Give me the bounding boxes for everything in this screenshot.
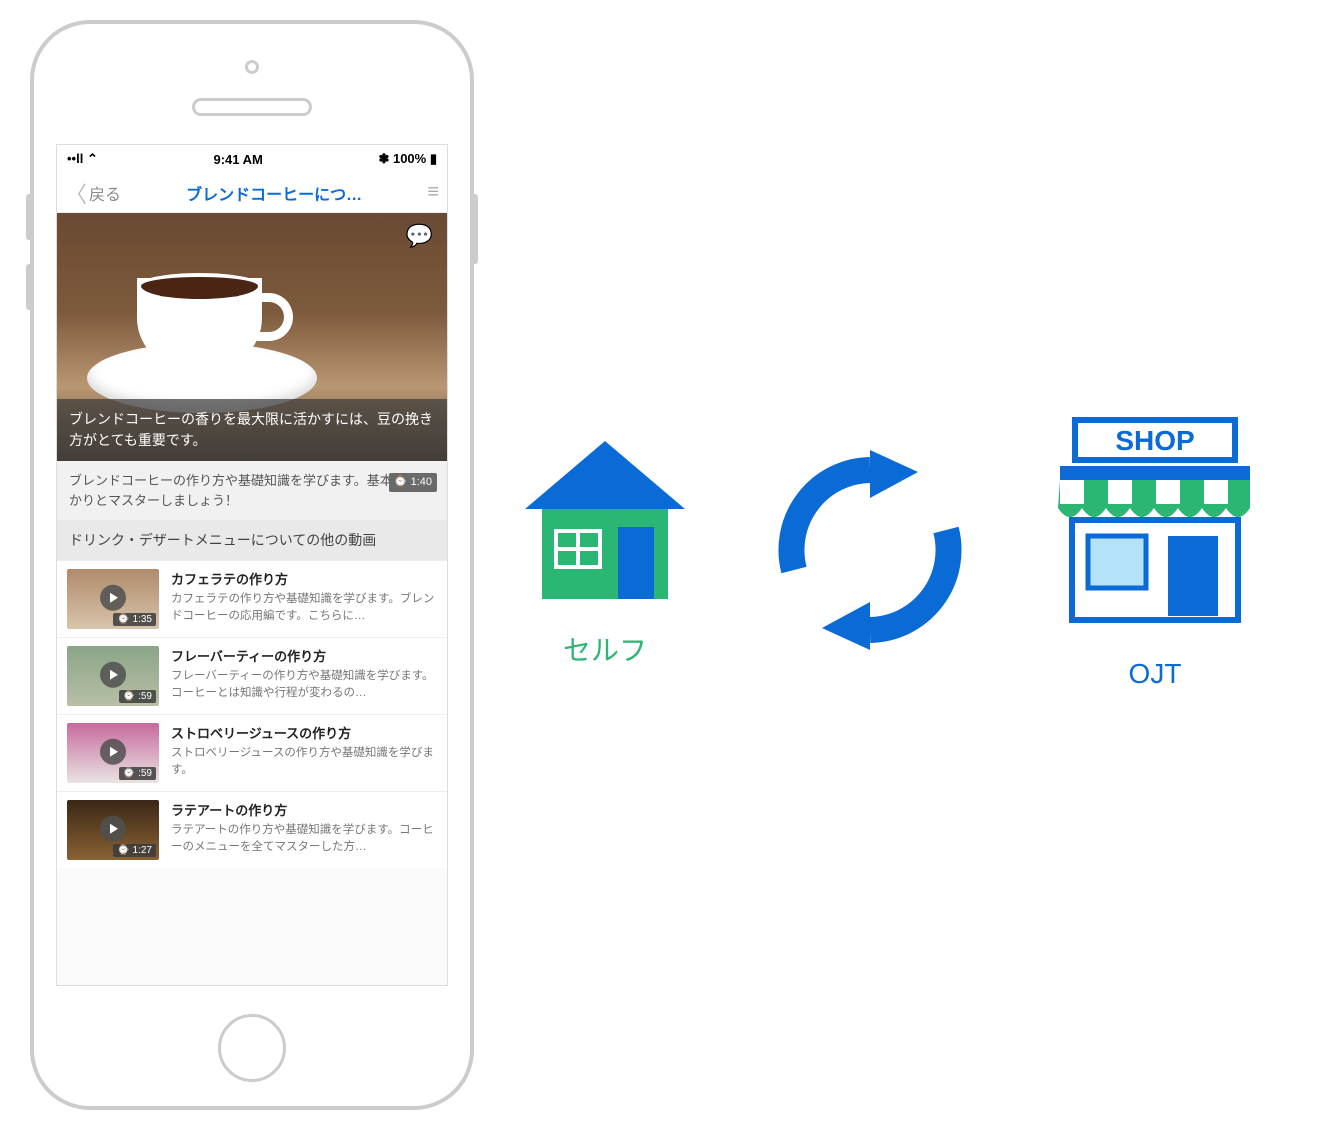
item-title: カフェラテの作り方 bbox=[171, 569, 437, 588]
status-left: ••ll ⌃ bbox=[67, 151, 98, 167]
status-right: ✽ 100% ▮ bbox=[378, 151, 437, 167]
phone-frame: ••ll ⌃ 9:41 AM ✽ 100% ▮ 〈 戻る ブレンドコーヒーにつ…… bbox=[30, 20, 474, 1110]
video-thumbnail: ⌚ 1:35 bbox=[67, 569, 159, 629]
list-item[interactable]: ⌚ 1:27 ラテアートの作り方 ラテアートの作り方や基礎知識を学びます。コーヒ… bbox=[57, 791, 447, 868]
video-list: ⌚ 1:35 カフェラテの作り方 カフェラテの作り方や基礎知識を学びます。ブレン… bbox=[57, 560, 447, 868]
chat-icon[interactable]: 💬 bbox=[406, 223, 433, 249]
play-icon bbox=[100, 585, 126, 611]
video-description: ブレンドコーヒーの作り方や基礎知識を学びます。基本をしっかりとマスターしましょう… bbox=[57, 461, 447, 520]
item-desc: ラテアートの作り方や基礎知識を学びます。コーヒーのメニューを全てマスターした方… bbox=[171, 822, 437, 855]
list-item[interactable]: ⌚ :59 ストロベリージュースの作り方 ストロベリージュースの作り方や基礎知識… bbox=[57, 714, 447, 791]
hero-video[interactable]: 💬 ブレンドコーヒーの香りを最大限に活かすには、豆の挽き方がとても重要です。 bbox=[57, 213, 447, 461]
thumb-duration: ⌚ :59 bbox=[119, 690, 156, 703]
ojt-column: SHOP OJT bbox=[1040, 410, 1270, 690]
sync-arrows-icon bbox=[760, 440, 980, 660]
item-desc: ストロベリージュースの作り方や基礎知識を学びます。 bbox=[171, 745, 437, 778]
item-title: フレーバーティーの作り方 bbox=[171, 646, 437, 665]
diagram-area: セルフ SHOP OJT bbox=[510, 370, 1270, 730]
chevron-left-icon: 〈 bbox=[65, 177, 87, 209]
item-desc: フレーバーティーの作り方や基礎知識を学びます。コーヒーとは知識や行程が変わるの… bbox=[171, 668, 437, 701]
thumb-duration: ⌚ 1:27 bbox=[113, 844, 156, 857]
video-thumbnail: ⌚ :59 bbox=[67, 723, 159, 783]
ojt-label: OJT bbox=[1129, 658, 1182, 690]
shop-sign-text: SHOP bbox=[1115, 425, 1194, 456]
house-icon bbox=[510, 431, 700, 611]
play-icon bbox=[100, 816, 126, 842]
video-thumbnail: ⌚ :59 bbox=[67, 646, 159, 706]
play-icon bbox=[100, 739, 126, 765]
item-title: ストロベリージュースの作り方 bbox=[171, 723, 437, 742]
shop-icon: SHOP bbox=[1040, 410, 1270, 640]
page-title: ブレンドコーヒーにつ… bbox=[186, 181, 362, 205]
section-header: ドリンク・デザートメニューについての他の動画 bbox=[57, 520, 447, 560]
hero-duration: ⌚ 1:40 bbox=[389, 473, 437, 492]
nav-bar: 〈 戻る ブレンドコーヒーにつ… ≡ bbox=[57, 173, 447, 213]
item-title: ラテアートの作り方 bbox=[171, 800, 437, 819]
menu-button[interactable]: ≡ bbox=[427, 181, 439, 204]
thumb-duration: ⌚ :59 bbox=[119, 767, 156, 780]
list-item[interactable]: ⌚ 1:35 カフェラテの作り方 カフェラテの作り方や基礎知識を学びます。ブレン… bbox=[57, 560, 447, 637]
back-button[interactable]: 〈 戻る bbox=[65, 177, 121, 209]
self-label: セルフ bbox=[563, 629, 647, 669]
video-thumbnail: ⌚ 1:27 bbox=[67, 800, 159, 860]
list-item[interactable]: ⌚ :59 フレーバーティーの作り方 フレーバーティーの作り方や基礎知識を学びま… bbox=[57, 637, 447, 714]
back-label: 戻る bbox=[89, 181, 121, 205]
status-time: 9:41 AM bbox=[213, 152, 262, 167]
status-bar: ••ll ⌃ 9:41 AM ✽ 100% ▮ bbox=[57, 145, 447, 173]
self-column: セルフ bbox=[510, 431, 700, 669]
hero-caption: ブレンドコーヒーの香りを最大限に活かすには、豆の挽き方がとても重要です。 bbox=[57, 399, 447, 461]
play-icon bbox=[100, 662, 126, 688]
thumb-duration: ⌚ 1:35 bbox=[113, 613, 156, 626]
phone-screen: ••ll ⌃ 9:41 AM ✽ 100% ▮ 〈 戻る ブレンドコーヒーにつ…… bbox=[56, 144, 448, 986]
item-desc: カフェラテの作り方や基礎知識を学びます。ブレンドコーヒーの応用編です。こちらに… bbox=[171, 591, 437, 624]
